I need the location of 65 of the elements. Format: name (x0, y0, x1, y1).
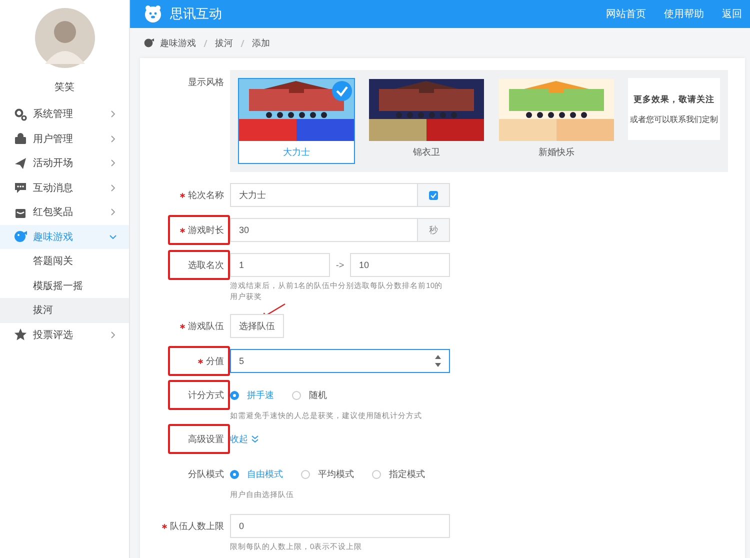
check-badge-icon (332, 81, 352, 101)
more-styles-title: 更多效果，敬请关注 (634, 94, 714, 106)
bear-logo-icon (144, 5, 162, 23)
sidebar-item[interactable]: 红包奖品 (0, 200, 129, 224)
range-separator: -> (334, 260, 346, 270)
sidebar-item[interactable]: 活动开场 (0, 151, 129, 176)
chevron-icon (109, 330, 117, 339)
gamepad-icon (144, 38, 154, 48)
input-field[interactable]: 大力士 (230, 183, 418, 207)
sidebar-item[interactable]: 投票评选 (0, 322, 129, 347)
number-field[interactable]: 5 (230, 349, 450, 373)
field-label: 队伍人数上限 (154, 514, 230, 538)
field-label: 高级设置 (168, 424, 230, 454)
sidebar-item[interactable]: 用户管理 (0, 126, 129, 151)
star-icon (14, 328, 27, 342)
field-label: 游戏时长 (168, 215, 230, 245)
required-asterisk-icon (180, 324, 185, 328)
required-asterisk-icon (180, 192, 185, 198)
sidebar-subitem[interactable]: 拔河 (0, 298, 129, 322)
sidebar-item[interactable]: 互动消息 (0, 176, 129, 200)
chat-bubble-icon (14, 181, 27, 194)
breadcrumb-item[interactable]: 趣味游戏 (160, 36, 196, 50)
breadcrumb-item: 添加 (252, 36, 270, 50)
double-chevron-icon (251, 435, 259, 443)
spinner-icon[interactable] (435, 355, 441, 367)
brand-name: 思讯互动 (170, 5, 223, 23)
sidebar-subitem[interactable]: 答题闯关 (0, 249, 129, 274)
paper-plane-icon (14, 156, 27, 170)
sidebar-subitem[interactable]: 模版摇一摇 (0, 274, 129, 298)
field-label: 计分方式 (168, 380, 230, 410)
chevron-icon (109, 159, 117, 168)
field-label: 轮次名称 (172, 183, 230, 207)
chevron-icon (109, 232, 117, 241)
select-team-button[interactable]: 选择队伍 (230, 314, 284, 338)
chevron-icon (109, 208, 117, 216)
style-option[interactable]: 新婚快乐 (498, 78, 615, 164)
required-asterisk-icon (162, 524, 167, 528)
input-field[interactable]: 0 (230, 514, 450, 538)
input-field[interactable]: 1 (230, 253, 330, 277)
required-asterisk-icon (198, 358, 203, 364)
chevron-icon (109, 134, 117, 143)
checkbox[interactable] (429, 190, 438, 200)
chevron-icon (109, 184, 117, 192)
sidebar-item[interactable]: 系统管理 (0, 102, 129, 126)
radio-option[interactable]: 随机 (292, 388, 327, 402)
avatar (34, 8, 94, 68)
chevron-icon (109, 110, 117, 118)
style-option[interactable]: 锦衣卫 (368, 78, 485, 164)
user-card-icon (14, 132, 27, 146)
input-field[interactable]: 10 (350, 253, 450, 277)
field-label: 分队模式 (187, 468, 225, 480)
field-label: 游戏队伍 (172, 314, 230, 338)
input-field[interactable]: 30 (230, 218, 418, 242)
field-label: 显示风格 (187, 76, 225, 88)
field-label: 选取名次 (168, 250, 230, 280)
radio-option[interactable]: 指定模式 (372, 468, 425, 480)
radio-option[interactable]: 平均模式 (301, 468, 354, 480)
required-asterisk-icon (180, 228, 185, 232)
gamepad-icon (14, 230, 27, 244)
breadcrumb-item[interactable]: 拔河 (215, 36, 233, 50)
more-styles-text: 或者您可以联系我们定制 (630, 114, 718, 124)
unit-label: 秒 (418, 218, 450, 242)
gears-icon (14, 108, 27, 121)
field-label: 分值 (168, 346, 230, 376)
user-name: 笑笑 (54, 81, 74, 94)
